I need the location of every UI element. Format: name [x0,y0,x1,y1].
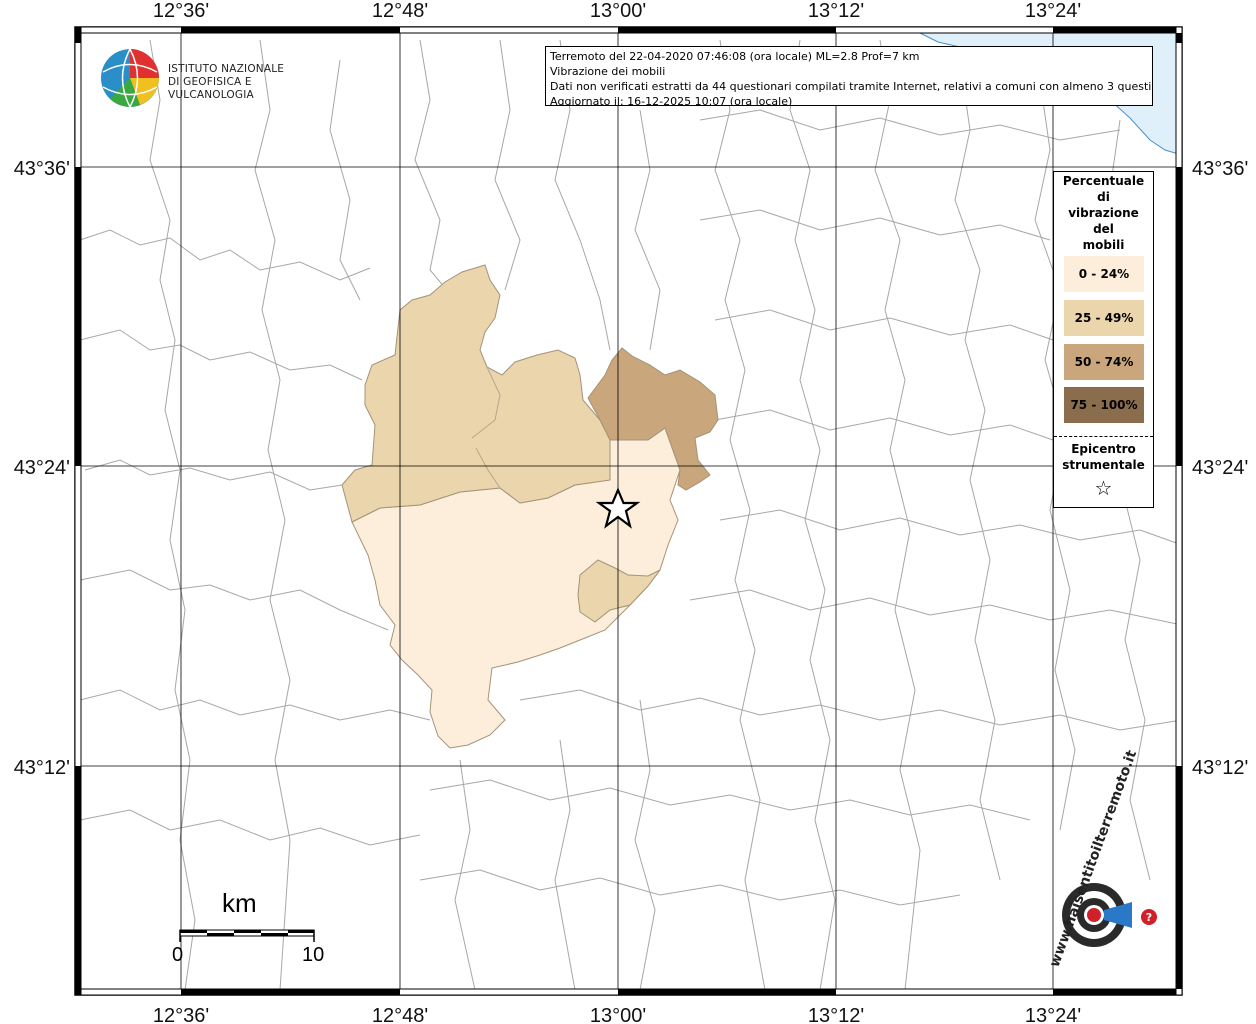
lon-label: 13°24' [1025,1005,1081,1024]
legend-title-line: Percentuale [1062,174,1145,188]
lat-label: 43°36' [14,158,70,180]
globe-icon [101,48,159,108]
legend-swatch-0-24: 0 - 24% [1064,256,1144,292]
lon-label: 12°36' [153,0,209,22]
legend-title-line: del [1093,222,1114,236]
lon-label: 13°00' [590,0,646,22]
lon-label: 12°48' [372,1005,428,1024]
legend-swatch-50-74: 50 - 74% [1064,344,1144,380]
intensity-map: 12°36' 12°48' 13°00' 13°12' 13°24' 12°36… [14,0,1249,1024]
legend-epicenter-star-icon: ☆ [1094,476,1113,500]
ingv-org-name: ISTITUTO NAZIONALE DI GEOFISICA E VULCAN… [168,63,320,102]
svg-text:?: ? [1146,911,1152,924]
legend-swatch-25-49: 25 - 49% [1064,300,1144,336]
longitude-labels-bottom: 12°36' 12°48' 13°00' 13°12' 13°24' [153,1005,1081,1024]
info-line-updated: Aggiornato il: 16-12-2025 10:07 (ora loc… [550,95,793,106]
scale-unit-label: km [222,888,257,918]
scale-end-label: 10 [302,944,325,966]
legend-title-line: vibrazione [1068,206,1139,220]
legend-title-line: di [1097,190,1110,204]
lon-label: 13°12' [808,1005,864,1024]
lon-label: 12°48' [372,0,428,22]
lat-label: 43°24' [14,457,70,479]
ingv-logo: ISTITUTO NAZIONALE DI GEOFISICA E VULCAN… [100,47,320,109]
lat-label: 43°36' [1192,158,1248,180]
latitude-labels-right: 43°36' 43°24' 43°12' [1192,158,1248,779]
legend-title: Percentuale di vibrazione del mobili [1054,172,1153,253]
info-line-parameter: Vibrazione dei mobili [550,65,666,78]
lon-label: 12°36' [153,1005,209,1024]
org-line: DI GEOFISICA E VULCANOLOGIA [168,76,254,101]
legend-separator [1054,436,1153,437]
legend-epicenter-line: Epicentro [1071,442,1136,456]
legend-epicenter-line: strumentale [1062,458,1145,472]
legend-title-line: mobili [1082,238,1125,252]
lat-label: 43°24' [1192,457,1248,479]
info-line-source: Dati non verificati estratti da 44 quest… [550,80,1153,93]
legend-epicenter-label: Epicentro strumentale [1054,441,1153,473]
lon-label: 13°12' [808,0,864,22]
lat-label: 43°12' [14,757,70,779]
info-line-event: Terremoto del 22-04-2020 07:46:08 (ora l… [550,50,920,63]
legend: Percentuale di vibrazione del mobili 0 -… [1053,171,1154,508]
scale-start-label: 0 [172,944,184,966]
latitude-labels-left: 43°36' 43°24' 43°12' [14,158,70,779]
lon-label: 13°24' [1025,0,1081,22]
longitude-labels-top: 12°36' 12°48' 13°00' 13°12' 13°24' [153,0,1081,22]
lat-label: 43°12' [1192,757,1248,779]
legend-swatch-75-100: 75 - 100% [1064,387,1144,423]
lon-label: 13°00' [590,1005,646,1024]
org-line: ISTITUTO NAZIONALE [168,63,285,75]
event-info-box: Terremoto del 22-04-2020 07:46:08 (ora l… [545,46,1153,106]
